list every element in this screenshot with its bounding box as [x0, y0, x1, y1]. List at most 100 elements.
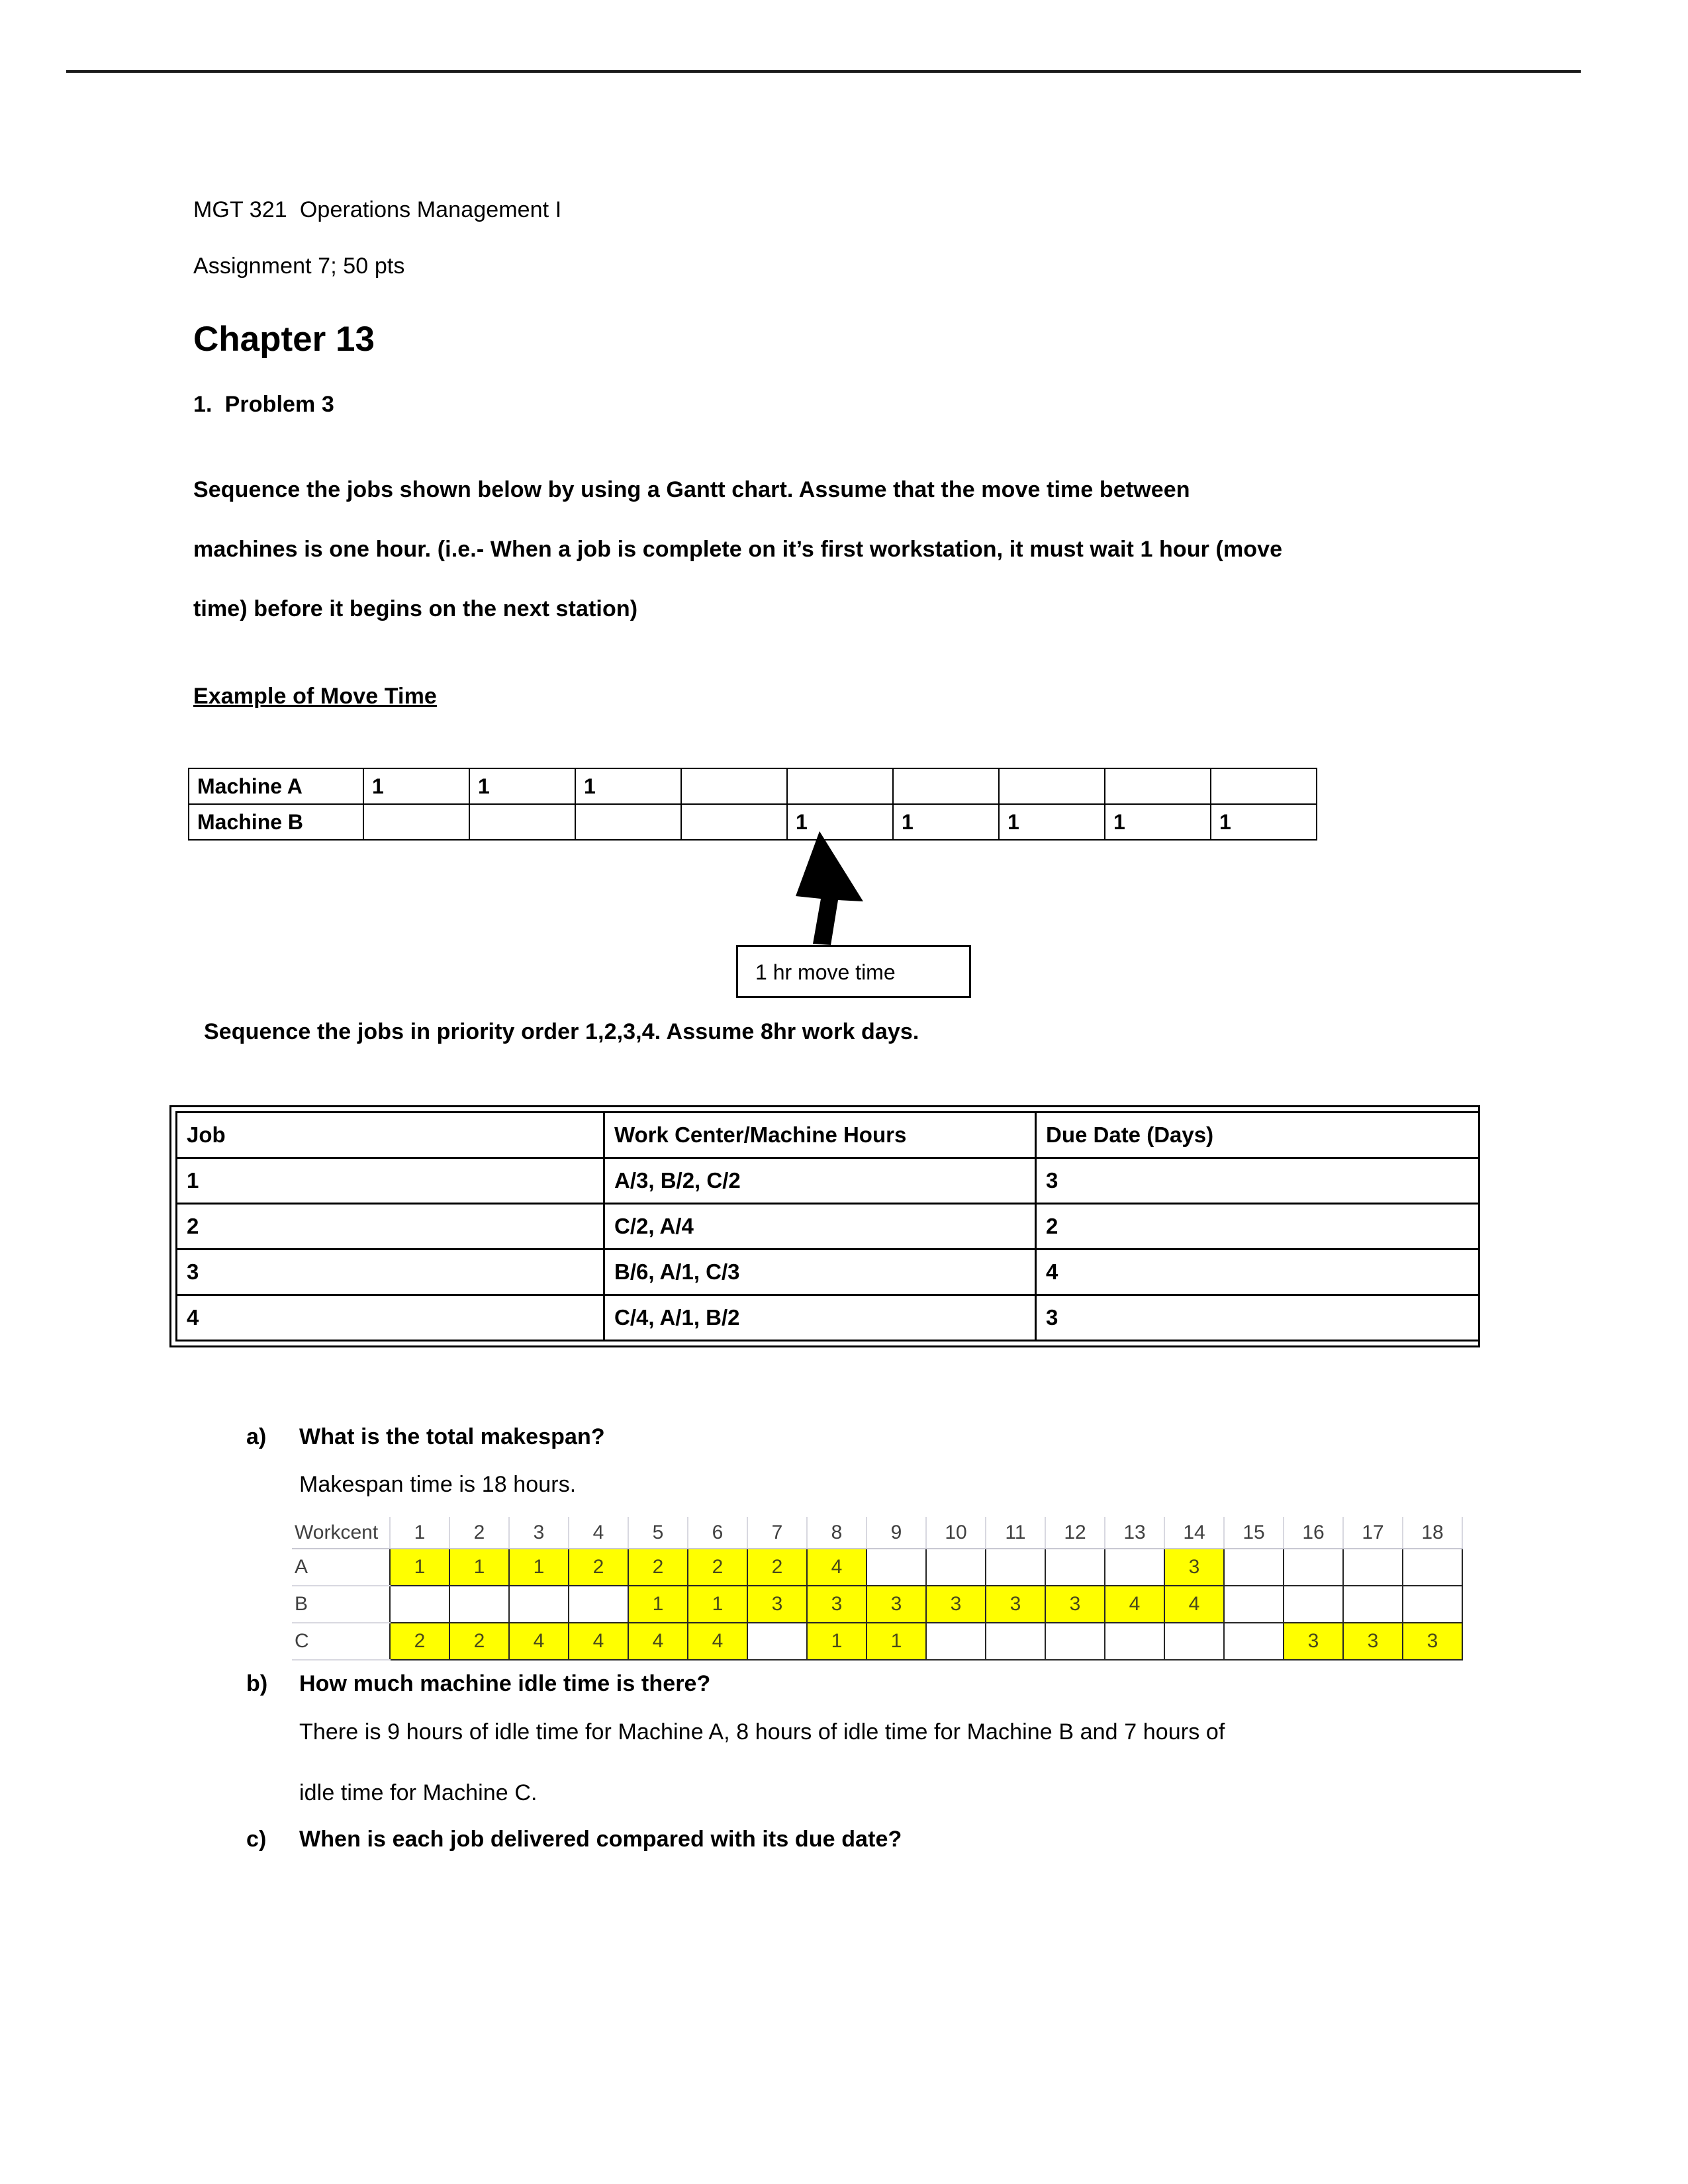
jobs-header-duedate: Due Date (Days)	[1035, 1111, 1480, 1159]
gantt-cell: 3	[985, 1585, 1046, 1623]
table-row: 4 C/4, A/1, B/2 3	[175, 1294, 1480, 1342]
gantt-time-tick: 16	[1284, 1517, 1344, 1549]
gantt-time-tick: 15	[1224, 1517, 1284, 1549]
gantt-time-tick: 12	[1045, 1517, 1105, 1549]
gantt-cell: 3	[806, 1585, 867, 1623]
gantt-cell: 3	[747, 1585, 808, 1623]
document-page: MGT 321 Operations Management I Assignme…	[0, 0, 1688, 2184]
gantt-cell	[747, 1622, 808, 1661]
gantt-cell	[389, 1585, 450, 1623]
gantt-table: Workcent 1 2 3 4 5 6 7 8 9 10 11 12 13 1…	[292, 1517, 1463, 1661]
gantt-cell: 2	[687, 1548, 748, 1586]
machine-a-label: Machine A	[188, 768, 364, 805]
job-id: 2	[175, 1203, 605, 1250]
table-row: 1 A/3, B/2, C/2 3	[175, 1157, 1480, 1205]
machine-a-cell-9	[1210, 768, 1317, 805]
instructions-line-1: Sequence the jobs shown below by using a…	[193, 477, 1190, 502]
gantt-time-tick: 4	[569, 1517, 629, 1549]
machine-b-cell-7: 1	[998, 803, 1105, 841]
gantt-time-tick: 17	[1343, 1517, 1403, 1549]
gantt-row-c: C 2 2 4 4 4 4 1 1 3 3 3	[292, 1622, 1463, 1661]
course-line: MGT 321 Operations Management I	[193, 197, 562, 222]
gantt-cell: 1	[389, 1548, 450, 1586]
gantt-cell	[925, 1622, 986, 1661]
gantt-cell: 3	[925, 1585, 986, 1623]
gantt-cell	[1283, 1548, 1344, 1586]
machine-a-cell-5	[786, 768, 894, 805]
gantt-cell: 1	[866, 1622, 927, 1661]
machine-a-cell-8	[1104, 768, 1211, 805]
gantt-cell: 1	[508, 1548, 569, 1586]
gantt-cell	[1104, 1548, 1165, 1586]
machine-b-cell-1	[363, 803, 470, 841]
gantt-cell: 3	[1045, 1585, 1105, 1623]
job-due-date: 3	[1035, 1294, 1480, 1342]
gantt-time-tick: 9	[867, 1517, 927, 1549]
gantt-cell	[1045, 1548, 1105, 1586]
gantt-cell: 4	[687, 1622, 748, 1661]
gantt-cell	[925, 1548, 986, 1586]
gantt-cell	[1342, 1548, 1403, 1586]
gantt-cell	[866, 1548, 927, 1586]
job-id: 4	[175, 1294, 605, 1342]
gantt-cell: 4	[628, 1622, 688, 1661]
gantt-cell	[985, 1548, 1046, 1586]
table-row: 3 B/6, A/1, C/3 4	[175, 1248, 1480, 1296]
machine-a-cell-3: 1	[575, 768, 682, 805]
machine-a-cell-4	[680, 768, 788, 805]
callout-label: 1 hr move time	[755, 960, 896, 984]
gantt-chart: Workcent 1 2 3 4 5 6 7 8 9 10 11 12 13 1…	[292, 1517, 1463, 1661]
sequence-note: Sequence the jobs in priority order 1,2,…	[204, 1019, 919, 1044]
machine-a-cell-2: 1	[469, 768, 576, 805]
gantt-cell	[1223, 1585, 1284, 1623]
machine-b-cell-8: 1	[1104, 803, 1211, 841]
gantt-time-tick: 11	[986, 1517, 1046, 1549]
gantt-time-tick: 5	[628, 1517, 688, 1549]
gantt-workcenter-label: A	[292, 1549, 390, 1586]
table-header-row: Job Work Center/Machine Hours Due Date (…	[175, 1111, 1480, 1159]
jobs-table: Job Work Center/Machine Hours Due Date (…	[175, 1111, 1480, 1342]
gantt-cell: 4	[1104, 1585, 1165, 1623]
job-workcenter-hours: A/3, B/2, C/2	[603, 1157, 1037, 1205]
gantt-cell: 4	[568, 1622, 629, 1661]
job-due-date: 2	[1035, 1203, 1480, 1250]
job-id: 1	[175, 1157, 605, 1205]
move-time-arrow-icon	[796, 831, 863, 945]
table-row: 2 C/2, A/4 2	[175, 1203, 1480, 1250]
assignment-line: Assignment 7; 50 pts	[193, 253, 405, 279]
gantt-time-tick: 13	[1105, 1517, 1165, 1549]
gantt-cell	[1223, 1548, 1284, 1586]
jobs-header-job: Job	[175, 1111, 605, 1159]
job-id: 3	[175, 1248, 605, 1296]
gantt-cell: 2	[389, 1622, 450, 1661]
gantt-workcenter-label: B	[292, 1586, 390, 1623]
gantt-cell: 2	[449, 1622, 510, 1661]
gantt-time-tick: 7	[747, 1517, 808, 1549]
job-workcenter-hours: C/2, A/4	[603, 1203, 1037, 1250]
gantt-cell: 2	[568, 1548, 629, 1586]
gantt-cell	[1402, 1585, 1463, 1623]
problem-label: 1. Problem 3	[193, 392, 334, 417]
gantt-cell: 2	[747, 1548, 808, 1586]
machine-b-cell-2	[469, 803, 576, 841]
gantt-time-tick: 10	[926, 1517, 986, 1549]
gantt-row-a: A 1 1 1 2 2 2 2 4 3	[292, 1548, 1463, 1586]
machine-a-cell-1: 1	[363, 768, 470, 805]
job-workcenter-hours: C/4, A/1, B/2	[603, 1294, 1037, 1342]
question-c-label: c)	[246, 1827, 267, 1852]
gantt-time-tick: 8	[807, 1517, 867, 1549]
question-a-answer: Makespan time is 18 hours.	[299, 1472, 577, 1497]
gantt-time-tick: 14	[1164, 1517, 1225, 1549]
gantt-cell: 2	[628, 1548, 688, 1586]
instructions-line-2: machines is one hour. (i.e.- When a job …	[193, 537, 1283, 562]
gantt-cell	[1342, 1585, 1403, 1623]
gantt-time-tick: 3	[509, 1517, 569, 1549]
gantt-cell: 3	[1342, 1622, 1403, 1661]
question-b-label: b)	[246, 1671, 268, 1696]
gantt-time-tick: 2	[449, 1517, 510, 1549]
jobs-table-wrapper: Job Work Center/Machine Hours Due Date (…	[169, 1105, 1480, 1347]
table-row: Machine A 1 1 1	[188, 768, 1317, 805]
gantt-cell	[1402, 1548, 1463, 1586]
question-a-text: What is the total makespan?	[299, 1424, 605, 1449]
gantt-cell: 3	[1164, 1548, 1225, 1586]
